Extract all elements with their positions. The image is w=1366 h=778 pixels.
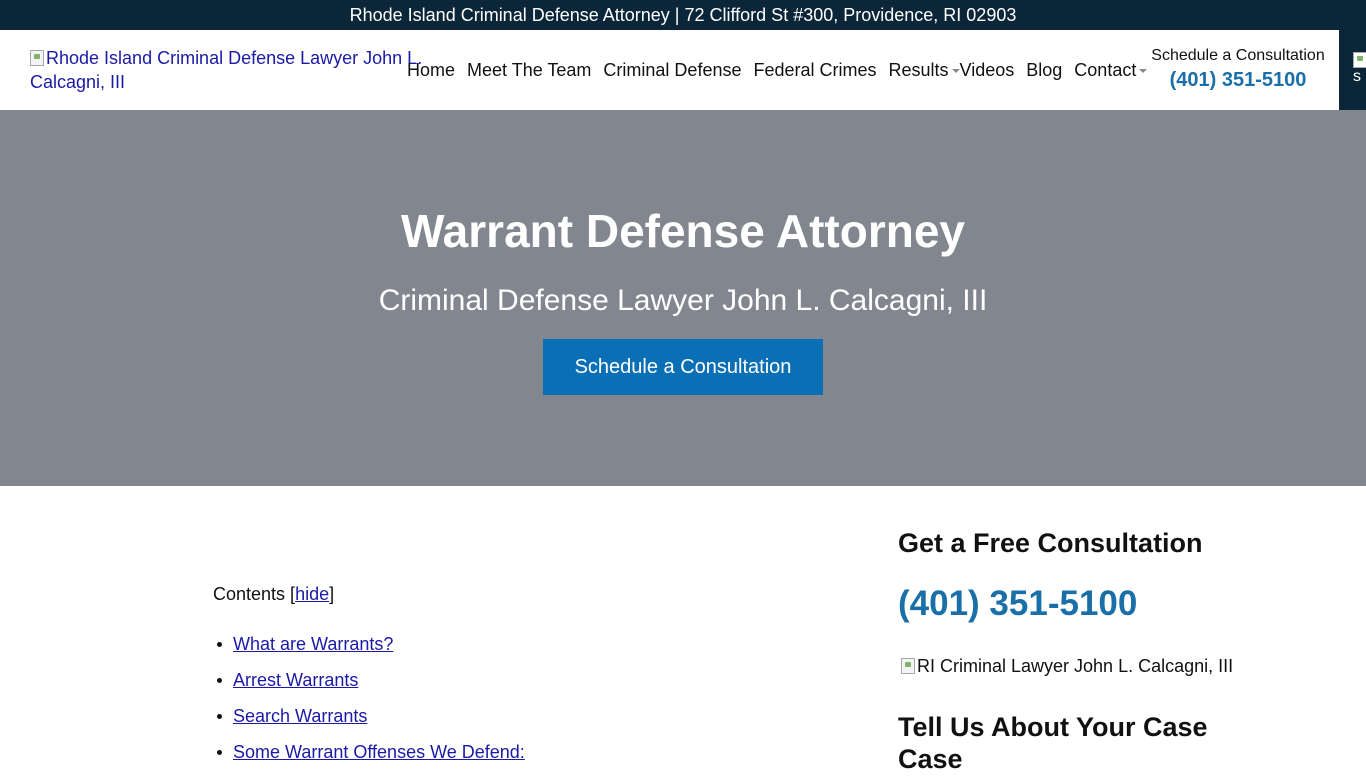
header-cta-label[interactable]: Schedule a Consultation xyxy=(1143,46,1333,66)
toc-link-search-warrants[interactable]: Search Warrants xyxy=(233,706,367,726)
header-phone-link[interactable]: (401) 351-5100 xyxy=(1143,66,1333,94)
nav-results-label: Results xyxy=(888,59,949,80)
case-form-heading-overflow: Case xyxy=(898,744,963,774)
header-cta: Schedule a Consultation (401) 351-5100 xyxy=(1143,46,1333,94)
sidebar-heading: Get a Free Consultation xyxy=(898,528,1203,558)
topbar-text: Rhode Island Criminal Defense Attorney |… xyxy=(349,4,1017,25)
site-header: Rhode Island Criminal Defense Lawyer Joh… xyxy=(0,30,1366,110)
case-form-heading: Tell Us About Your Case Case xyxy=(898,711,1228,775)
sidebar-phone-link[interactable]: (401) 351-5100 xyxy=(898,584,1137,624)
nav-contact[interactable]: Contact xyxy=(1074,59,1148,81)
top-info-bar: Rhode Island Criminal Defense Attorney |… xyxy=(0,0,1366,30)
toc-item: Arrest Warrants xyxy=(217,670,633,706)
toc-item: Some Warrant Offenses We Defend: xyxy=(217,742,633,778)
toc-list: What are Warrants? Arrest Warrants Searc… xyxy=(217,634,633,778)
logo-alt-text: Rhode Island Criminal Defense Lawyer Joh… xyxy=(30,48,423,92)
page-title: Warrant Defense Attorney xyxy=(400,205,966,257)
attorney-photo: RI Criminal Lawyer John L. Calcagni, III xyxy=(901,656,1233,677)
toc-link-warrant-offenses[interactable]: Some Warrant Offenses We Defend: xyxy=(233,742,525,762)
nav-federal-crimes[interactable]: Federal Crimes xyxy=(753,60,876,81)
hero-banner: Warrant Defense Attorney Criminal Defens… xyxy=(0,110,1366,486)
nav-contact-label: Contact xyxy=(1074,59,1137,80)
toc-item: Search Warrants xyxy=(217,706,633,742)
nav-videos[interactable]: Videos xyxy=(960,60,1015,81)
edge-panel-text: s xyxy=(1353,68,1361,85)
sidebar: Get a Free Consultation (401) 351-5100 R… xyxy=(898,526,1258,774)
nav-meet-the-team[interactable]: Meet The Team xyxy=(467,60,591,81)
broken-image-icon xyxy=(901,658,915,674)
nav-results[interactable]: Results xyxy=(889,60,960,81)
toc-item: What are Warrants? xyxy=(217,634,633,670)
hero-subtitle: Criminal Defense Lawyer John L. Calcagni… xyxy=(378,284,988,317)
broken-image-icon xyxy=(1353,52,1366,68)
case-form-heading-text: Tell Us About Your Case xyxy=(898,712,1208,742)
header-edge-panel[interactable]: s xyxy=(1339,30,1366,110)
toc-header: Contents [hide] xyxy=(213,584,335,604)
attorney-photo-alt: RI Criminal Lawyer John L. Calcagni, III xyxy=(917,656,1234,676)
toc-label: Contents xyxy=(213,584,286,604)
nav-home[interactable]: Home xyxy=(407,60,455,81)
toc-link-what-are-warrants[interactable]: What are Warrants? xyxy=(233,634,393,654)
chevron-down-icon xyxy=(951,68,960,73)
nav-blog[interactable]: Blog xyxy=(1026,60,1062,81)
toc-hide-link[interactable]: hide xyxy=(295,584,329,604)
toc-link-arrest-warrants[interactable]: Arrest Warrants xyxy=(233,670,358,690)
broken-image-icon xyxy=(30,50,44,66)
site-logo[interactable]: Rhode Island Criminal Defense Lawyer Joh… xyxy=(30,46,430,94)
main-nav: Home Meet The Team Criminal Defense Fede… xyxy=(407,60,1159,80)
nav-criminal-defense[interactable]: Criminal Defense xyxy=(603,60,741,81)
schedule-consultation-button[interactable]: Schedule a Consultation xyxy=(543,339,823,395)
table-of-contents: Contents [hide] What are Warrants? Arres… xyxy=(213,584,525,762)
